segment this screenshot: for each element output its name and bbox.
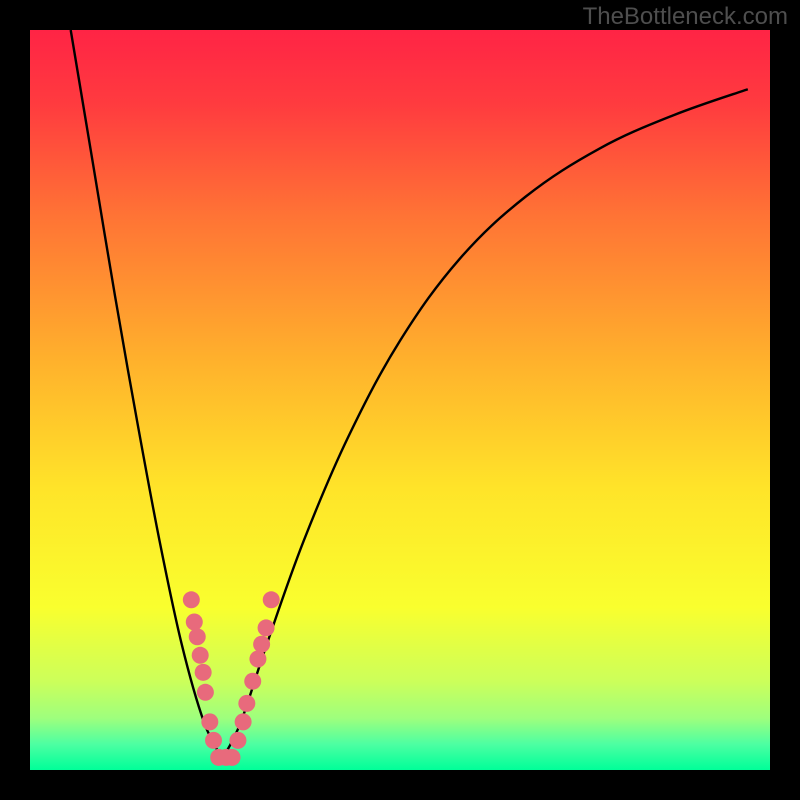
- data-dot: [253, 636, 270, 653]
- data-dot: [263, 591, 280, 608]
- data-dot: [186, 614, 203, 631]
- gradient-background: [30, 30, 770, 770]
- watermark-text: TheBottleneck.com: [583, 3, 788, 31]
- data-dot: [195, 664, 212, 681]
- data-dot: [235, 713, 252, 730]
- chart-svg: [30, 30, 770, 770]
- data-dot: [197, 684, 214, 701]
- chart-container: TheBottleneck.com: [0, 0, 800, 800]
- data-dot: [249, 651, 266, 668]
- data-dot: [192, 647, 209, 664]
- data-dot: [189, 628, 206, 645]
- data-dot: [201, 713, 218, 730]
- data-dot: [229, 732, 246, 749]
- data-dot: [258, 619, 275, 636]
- plot-area: [30, 30, 770, 770]
- data-dot: [205, 732, 222, 749]
- data-dot: [183, 591, 200, 608]
- data-dot: [244, 673, 261, 690]
- data-dot: [224, 749, 241, 766]
- data-dot: [238, 695, 255, 712]
